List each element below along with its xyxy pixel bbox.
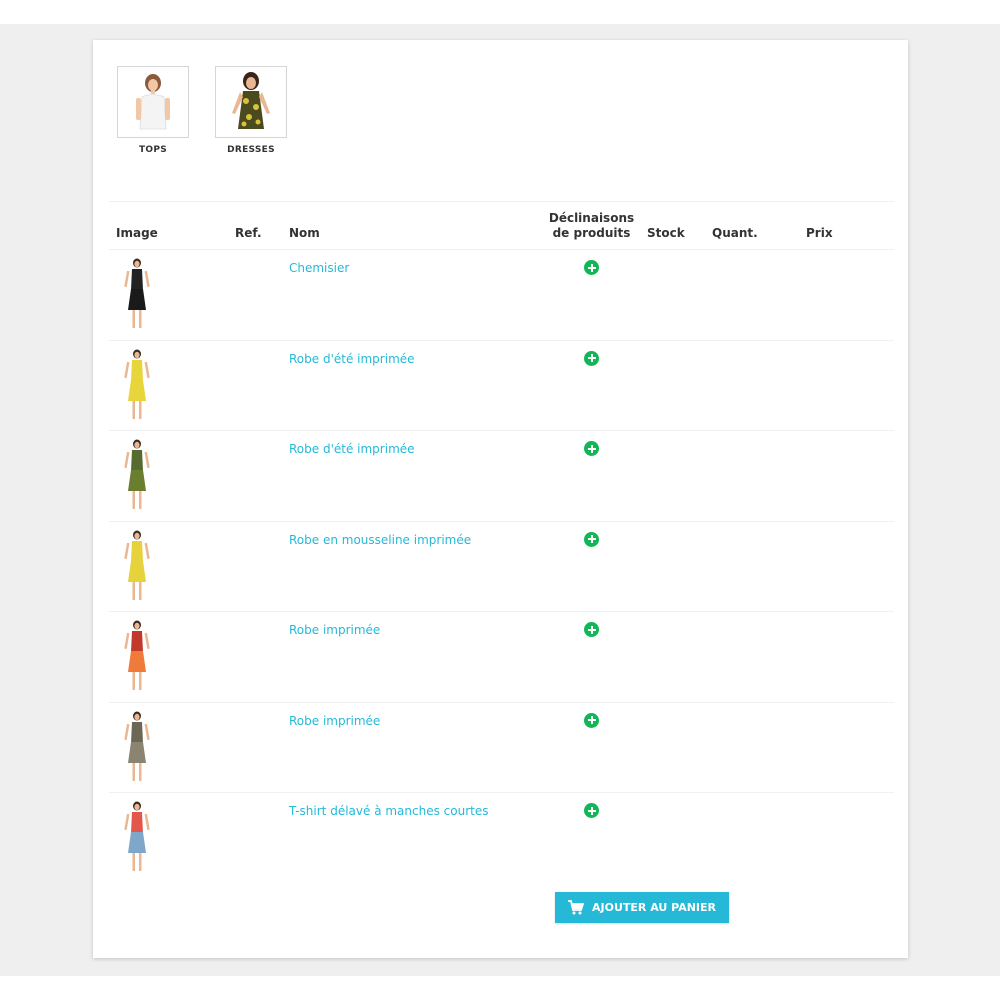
category-tops[interactable]: TOPS (117, 66, 189, 155)
product-name-link[interactable]: Chemisier (289, 261, 349, 275)
header-quantity: Quant. (712, 226, 758, 240)
product-name-link[interactable]: Robe en mousseline imprimée (289, 533, 471, 547)
product-image[interactable] (117, 347, 157, 423)
category-label: TOPS (138, 145, 168, 155)
add-to-cart-button[interactable]: AJOUTER AU PANIER (555, 892, 729, 923)
add-to-cart-label: AJOUTER AU PANIER (592, 901, 716, 914)
category-dresses[interactable]: DRESSES (215, 66, 287, 155)
product-name-link[interactable]: T-shirt délavé à manches courtes (289, 804, 488, 818)
section-divider (109, 201, 894, 202)
product-image[interactable] (117, 256, 157, 332)
table-row: Robe imprimée (109, 701, 894, 793)
header-variants-line2: de produits (552, 226, 631, 240)
product-image[interactable] (117, 709, 157, 785)
table-row: Chemisier (109, 249, 894, 340)
header-name: Nom (289, 226, 320, 240)
table-row: T-shirt délavé à manches courtes (109, 792, 894, 883)
woman-yellow-dress-icon (232, 72, 270, 129)
header-image: Image (116, 226, 158, 240)
table-row: Robe d'été imprimée (109, 430, 894, 521)
header-variants: Déclinaisons de produits (539, 211, 644, 241)
table-row: Robe d'été imprimée (109, 339, 894, 431)
table-row: Robe en mousseline imprimée (109, 520, 894, 612)
product-image[interactable] (117, 528, 157, 604)
product-image[interactable] (117, 618, 157, 694)
add-variants-icon[interactable] (584, 803, 599, 818)
product-name-link[interactable]: Robe d'été imprimée (289, 352, 415, 366)
add-variants-icon[interactable] (584, 622, 599, 637)
category-tops-thumbnail[interactable] (117, 66, 189, 138)
add-variants-icon[interactable] (584, 350, 599, 366)
header-price: Prix (806, 226, 833, 240)
add-variants-icon[interactable] (584, 441, 599, 456)
header-variants-line1: Déclinaisons (548, 211, 635, 225)
product-list-card: TOPS DRESSES Image Ref. Nom Déclinaisons… (93, 40, 908, 958)
product-name-link[interactable]: Robe d'été imprimée (289, 442, 415, 456)
table-row: Robe imprimée (109, 611, 894, 702)
add-variants-icon[interactable] (584, 531, 599, 547)
category-label: DRESSES (227, 145, 275, 155)
header-ref: Ref. (235, 226, 262, 240)
product-image[interactable] (117, 437, 157, 513)
add-variants-icon[interactable] (584, 260, 599, 275)
woman-white-top-icon (136, 74, 170, 130)
product-name-link[interactable]: Robe imprimée (289, 623, 380, 637)
cart-icon (568, 900, 584, 915)
header-stock: Stock (647, 226, 685, 240)
category-dresses-thumbnail[interactable] (215, 66, 287, 138)
add-variants-icon[interactable] (584, 712, 599, 728)
product-image[interactable] (117, 799, 157, 875)
product-name-link[interactable]: Robe imprimée (289, 714, 380, 728)
